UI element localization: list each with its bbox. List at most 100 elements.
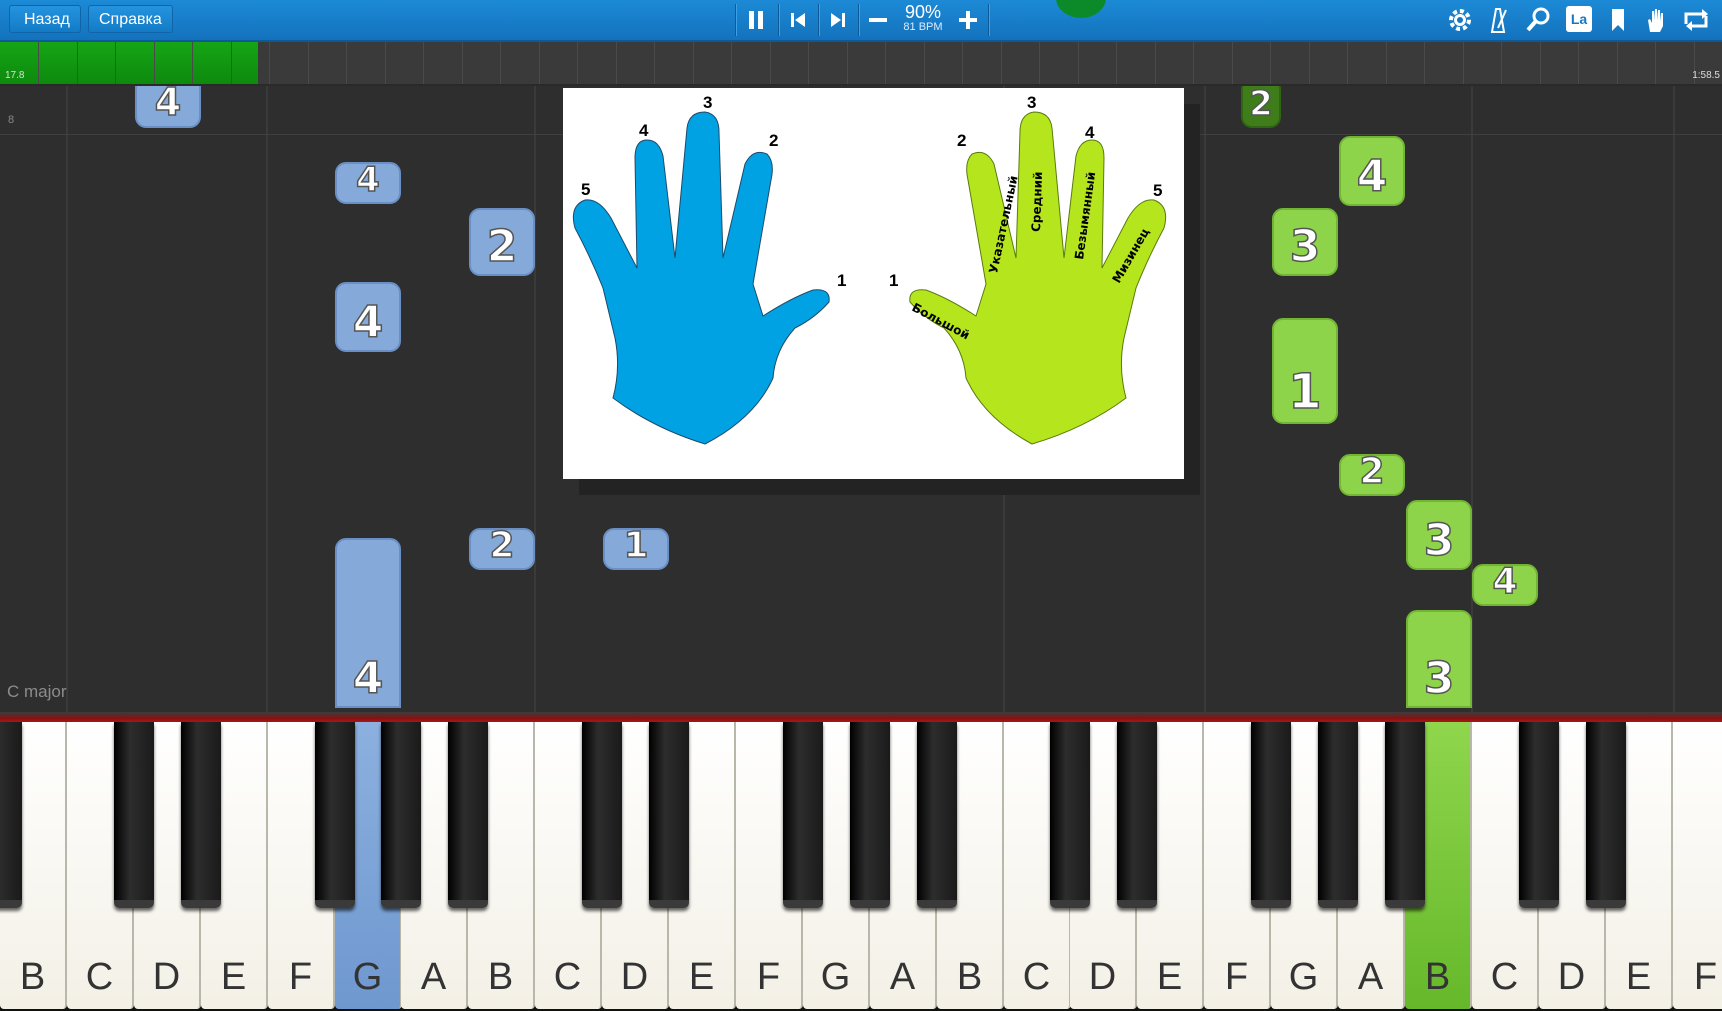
timeline-measure-line	[616, 42, 617, 84]
black-key[interactable]	[315, 722, 355, 908]
black-key[interactable]	[649, 722, 689, 908]
bookmark-icon[interactable]	[1602, 4, 1634, 36]
timeline-measure-line	[462, 42, 463, 84]
minus-icon[interactable]	[862, 4, 894, 36]
timeline-measure-line	[1540, 42, 1541, 84]
black-key[interactable]	[114, 722, 154, 908]
right-hand-shape	[909, 111, 1167, 445]
key-label: E	[1156, 956, 1183, 998]
note-right-hand: 1	[1272, 318, 1338, 424]
note-labels-icon[interactable]: La	[1566, 6, 1592, 32]
timeline-measure-line	[38, 42, 39, 84]
timeline-measure-line	[269, 42, 270, 84]
timeline-measure-line	[1655, 42, 1656, 84]
timeline-measure-line	[1193, 42, 1194, 84]
left-finger-number: 1	[837, 271, 846, 290]
black-key[interactable]	[850, 722, 890, 908]
timeline-measure-line	[192, 42, 193, 84]
key-label: A	[420, 956, 447, 998]
note-right-hand: 3	[1272, 208, 1338, 276]
timeline-measure-line	[1116, 42, 1117, 84]
timeline-measure-line	[423, 42, 424, 84]
timeline-measure-line	[808, 42, 809, 84]
key-label: G	[820, 956, 851, 998]
black-key[interactable]	[1050, 722, 1090, 908]
plus-icon[interactable]	[952, 4, 984, 36]
timeline-measure-line	[539, 42, 540, 84]
help-button[interactable]: Справка	[88, 5, 173, 33]
timeline-measure-line	[1463, 42, 1464, 84]
key-label: F	[1693, 956, 1718, 998]
key-label: B	[1424, 956, 1451, 998]
total-time: 1:58.5	[1692, 70, 1720, 81]
back-button[interactable]: Назад	[9, 5, 81, 33]
note-right-hand: 4	[1339, 136, 1405, 206]
black-key[interactable]	[582, 722, 622, 908]
black-key[interactable]	[1318, 722, 1358, 908]
timeline-measure-line	[385, 42, 386, 84]
metronome-icon[interactable]	[1482, 4, 1514, 36]
timeline-measure-line	[308, 42, 309, 84]
black-key[interactable]	[448, 722, 488, 908]
key-label: F	[288, 956, 313, 998]
timeline-measure-line	[1424, 42, 1425, 84]
note-left-hand: 4	[335, 159, 401, 204]
timeline-measure-line	[693, 42, 694, 84]
timeline-measure-line	[962, 42, 963, 84]
black-key[interactable]	[381, 722, 421, 908]
black-key[interactable]	[917, 722, 957, 908]
right-finger-number: 1	[889, 271, 898, 290]
key-label: B	[956, 956, 983, 998]
skip-back-icon[interactable]	[782, 4, 814, 36]
current-time: 17.8	[5, 70, 25, 81]
black-key[interactable]	[783, 722, 823, 908]
left-hand-shape	[572, 111, 830, 445]
piano-keyboard[interactable]: BCDEFGABCDEFGABCDEFGABCDEF	[0, 722, 1722, 1011]
song-timeline[interactable]: 17.8 1:58.5	[0, 42, 1722, 84]
black-key[interactable]	[1519, 722, 1559, 908]
black-key[interactable]	[1117, 722, 1157, 908]
measure-number: 8	[8, 114, 15, 126]
note-left-hand: 2	[469, 524, 535, 570]
key-label: A	[1357, 956, 1384, 998]
note-left-hand: 4	[135, 86, 201, 128]
speed-bpm: 81 BPM	[903, 21, 943, 33]
timeline-measure-line	[885, 42, 886, 84]
note-right-hand: 2	[1339, 450, 1405, 496]
timeline-measure-line	[1386, 42, 1387, 84]
key-label: F	[1224, 956, 1249, 998]
key-label: E	[1625, 956, 1652, 998]
key-label: D	[152, 956, 181, 998]
timeline-measure-line	[1309, 42, 1310, 84]
skip-forward-icon[interactable]	[822, 4, 854, 36]
black-key[interactable]	[1251, 722, 1291, 908]
timeline-measure-line	[1232, 42, 1233, 84]
black-key[interactable]	[1385, 722, 1425, 908]
settings-gear-icon[interactable]	[1444, 4, 1476, 36]
white-key[interactable]: F	[1673, 722, 1722, 1009]
black-key[interactable]	[0, 722, 22, 908]
right-finger-number: 4	[1085, 123, 1095, 142]
pause-icon[interactable]	[740, 4, 772, 36]
speed-percent: 90%	[904, 2, 942, 22]
right-finger-number: 2	[957, 131, 966, 150]
note-right-hand: 2	[1241, 86, 1281, 128]
black-key[interactable]	[1586, 722, 1626, 908]
key-label: C	[553, 956, 582, 998]
black-key[interactable]	[181, 722, 221, 908]
back-button-label: Назад	[24, 11, 70, 28]
falling-notes-area: 8 C major 4 4 2 4 2 1 4 2 4 3 1 2 3 4 3 …	[0, 86, 1722, 714]
timeline-measure-line	[77, 42, 78, 84]
timeline-measure-line	[731, 42, 732, 84]
timeline-measure-line	[1155, 42, 1156, 84]
timeline-measure-line	[231, 42, 232, 84]
timeline-measure-line	[115, 42, 116, 84]
key-label: F	[756, 956, 781, 998]
key-label: C	[1490, 956, 1519, 998]
timeline-measure-line	[1270, 42, 1271, 84]
timeline-measure-line	[1617, 42, 1618, 84]
loop-icon[interactable]	[1680, 4, 1712, 36]
hand-icon[interactable]	[1640, 4, 1672, 36]
finger-name-middle: Средний	[1029, 171, 1045, 232]
zoom-icon[interactable]	[1522, 4, 1554, 36]
